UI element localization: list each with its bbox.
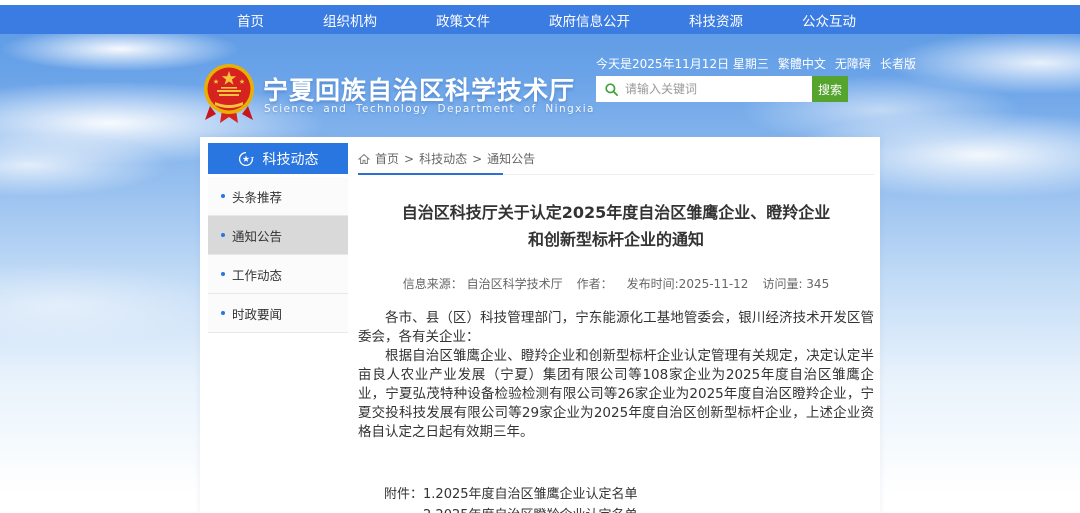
sidebar-item-notice-announcement[interactable]: 通知公告 (208, 216, 348, 255)
article-body: 各市、县（区）科技管理部门，宁东能源化工基地管委会，银川经济技术开发区管委会，各… (358, 309, 874, 442)
bullet-dot-icon (221, 311, 225, 315)
search-bar: 搜索 (596, 76, 848, 102)
breadcrumb-separator: > (404, 152, 414, 166)
sidebar-item-label: 头条推荐 (232, 187, 282, 206)
nav-item-public-interaction[interactable]: 公众互动 (802, 10, 856, 30)
search-button[interactable]: 搜索 (812, 76, 848, 102)
star-circle-icon (238, 151, 254, 167)
meta-publish-time: 发布时间:2025-11-12 (627, 277, 749, 291)
search-icon (604, 82, 619, 97)
link-elderly-version[interactable]: 长者版 (880, 55, 916, 72)
sidebar-menu: 头条推荐 通知公告 工作动态 时政要闻 (208, 177, 348, 333)
sidebar-item-label: 工作动态 (232, 265, 282, 284)
breadcrumb-tech-news[interactable]: 科技动态 (419, 150, 467, 167)
breadcrumb-accent-underline (358, 173, 503, 175)
meta-visits: 访问量: 345 (762, 277, 829, 291)
top-navigation: 首页 组织机构 政策文件 政府信息公开 科技资源 公众互动 (0, 5, 1080, 34)
attachments: 附件： 1.2025年度自治区雏鹰企业认定名单 2.2025年度自治区瞪羚企业认… (358, 484, 874, 513)
sidebar-item-label: 通知公告 (232, 226, 282, 245)
nav-item-gov-info-disclosure[interactable]: 政府信息公开 (549, 10, 630, 30)
article-meta: 信息来源： 自治区科学技术厅作者： 发布时间:2025-11-12 访问量: 345 (358, 275, 874, 292)
meta-author: 作者： (577, 277, 613, 291)
nav-item-organization[interactable]: 组织机构 (323, 10, 377, 30)
attachment-list: 1.2025年度自治区雏鹰企业认定名单 2.2025年度自治区瞪羚企业认定名单 … (423, 484, 677, 513)
link-accessibility[interactable]: 无障碍 (835, 55, 871, 72)
national-emblem-logo (202, 62, 256, 124)
attachment-link-1[interactable]: 1.2025年度自治区雏鹰企业认定名单 (423, 484, 677, 505)
attachments-label: 附件： (384, 484, 423, 513)
sidebar-item-label: 时政要闻 (232, 304, 282, 323)
header-meta-row: 今天是2025年11月12日 星期三 繁體中文 无障碍 长者版 (596, 55, 874, 72)
current-date: 今天是2025年11月12日 星期三 (596, 55, 769, 72)
site-subtitle: Science and Technology Department of Nin… (264, 103, 595, 115)
meta-source: 信息来源： 自治区科学技术厅 (403, 277, 563, 291)
site-title: 宁夏回族自治区科学技术厅 (263, 71, 575, 107)
bullet-dot-icon (221, 272, 225, 276)
article-panel: 首页 > 科技动态 > 通知公告 自治区科技厅关于认定2025年度自治区雏鹰企业… (358, 143, 874, 513)
breadcrumb: 首页 > 科技动态 > 通知公告 (358, 143, 874, 175)
link-traditional-chinese[interactable]: 繁體中文 (778, 55, 826, 72)
attachment-link-2[interactable]: 2.2025年度自治区瞪羚企业认定名单 (423, 505, 677, 513)
nav-item-policy-documents[interactable]: 政策文件 (436, 10, 490, 30)
article-paragraph: 根据自治区雏鹰企业、瞪羚企业和创新型标杆企业认定管理有关规定，决定认定半亩良人农… (358, 347, 874, 442)
article-title: 自治区科技厅关于认定2025年度自治区雏鹰企业、瞪羚企业和创新型标杆企业的通知 (358, 199, 874, 253)
nav-item-tech-resources[interactable]: 科技资源 (689, 10, 743, 30)
sidebar-item-headline-recommend[interactable]: 头条推荐 (208, 177, 348, 216)
page: 首页 组织机构 政策文件 政府信息公开 科技资源 公众互动 宁夏回族自治区科学技… (0, 0, 1080, 513)
content-container: 科技动态 头条推荐 通知公告 工作动态 时政要闻 (200, 137, 880, 513)
breadcrumb-home[interactable]: 首页 (375, 150, 399, 167)
sidebar-item-current-politics[interactable]: 时政要闻 (208, 294, 348, 333)
bullet-dot-icon (221, 194, 225, 198)
article-paragraph: 各市、县（区）科技管理部门，宁东能源化工基地管委会，银川经济技术开发区管委会，各… (358, 309, 874, 347)
search-input[interactable] (625, 82, 812, 96)
sidebar-header: 科技动态 (208, 143, 348, 174)
breadcrumb-current: 通知公告 (487, 150, 535, 167)
breadcrumb-separator: > (472, 152, 482, 166)
bullet-dot-icon (221, 233, 225, 237)
sidebar-header-label: 科技动态 (263, 149, 319, 169)
sidebar-item-work-trends[interactable]: 工作动态 (208, 255, 348, 294)
home-icon (358, 153, 370, 165)
nav-item-home[interactable]: 首页 (237, 10, 264, 30)
sidebar: 科技动态 头条推荐 通知公告 工作动态 时政要闻 (208, 143, 348, 333)
